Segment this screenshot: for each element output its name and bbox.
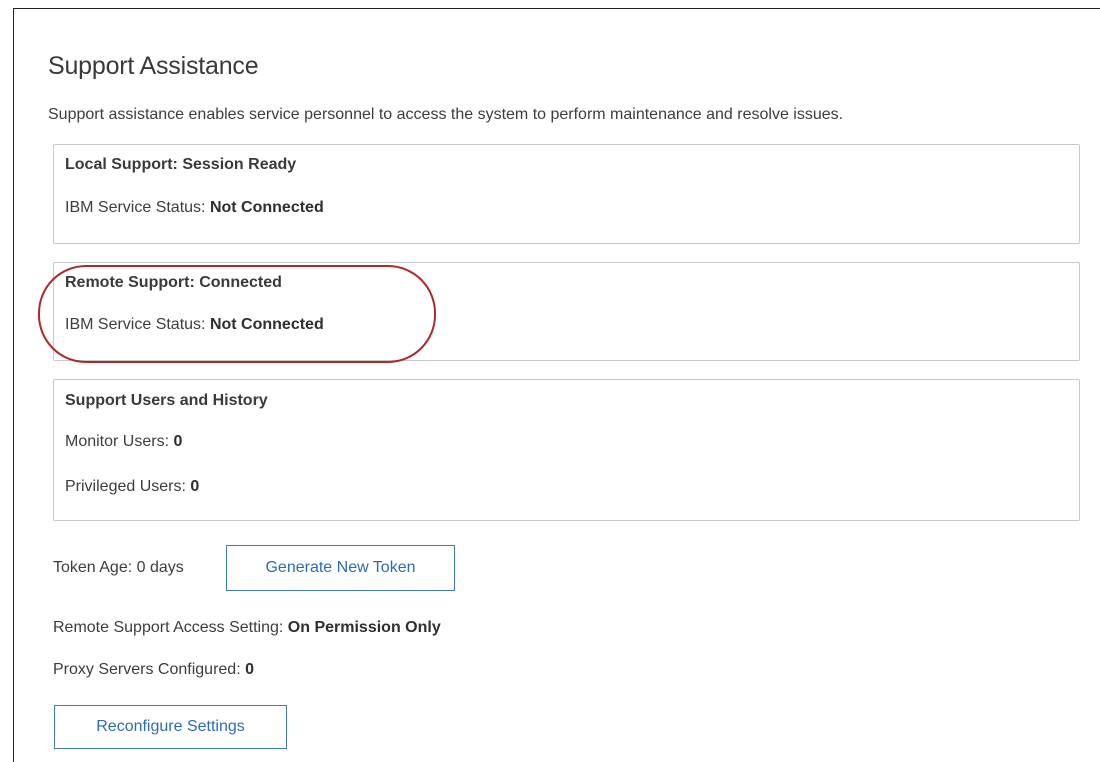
- privileged-users-label: Privileged Users:: [65, 478, 191, 495]
- remote-access-setting: Remote Support Access Setting: On Permis…: [53, 619, 441, 637]
- proxy-servers-value: 0: [245, 661, 254, 678]
- remote-service-status-value: Not Connected: [209, 316, 324, 333]
- remote-support-panel: Remote Support: Connected IBM Service St…: [53, 262, 1080, 361]
- local-service-status-label: IBM Service Status:: [65, 199, 210, 216]
- page-title: Support Assistance: [48, 52, 259, 80]
- privileged-users-value: 0: [190, 478, 200, 495]
- page-description: Support assistance enables service perso…: [48, 106, 844, 123]
- privileged-users-count: Privileged Users: 0: [65, 478, 199, 496]
- monitor-users-label: Monitor Users:: [65, 433, 174, 450]
- generate-new-token-button[interactable]: Generate New Token: [226, 545, 455, 591]
- local-support-heading: Local Support: Session Ready: [65, 156, 297, 173]
- support-users-history-heading: Support Users and History: [65, 392, 268, 409]
- monitor-users-count: Monitor Users: 0: [65, 433, 182, 451]
- local-service-status-value: Not Connected: [209, 199, 324, 216]
- remote-service-status-label: IBM Service Status:: [65, 316, 210, 333]
- remote-support-service-status: IBM Service Status: Not Connected: [65, 316, 324, 334]
- reconfigure-settings-button[interactable]: Reconfigure Settings: [54, 705, 287, 749]
- proxy-servers-label: Proxy Servers Configured:: [53, 661, 246, 678]
- window-left-border: [13, 8, 14, 762]
- local-support-panel: Local Support: Session Ready IBM Service…: [53, 144, 1080, 244]
- remote-access-setting-value: On Permission Only: [287, 619, 441, 636]
- local-support-service-status: IBM Service Status: Not Connected: [65, 199, 324, 217]
- remote-access-setting-label: Remote Support Access Setting:: [53, 619, 288, 636]
- proxy-servers-configured: Proxy Servers Configured: 0: [53, 661, 254, 679]
- monitor-users-value: 0: [173, 433, 183, 450]
- support-users-history-panel: Support Users and History Monitor Users:…: [53, 379, 1080, 521]
- window-top-border: [13, 8, 1100, 9]
- token-age: Token Age: 0 days: [53, 559, 184, 576]
- remote-support-heading: Remote Support: Connected: [65, 274, 282, 291]
